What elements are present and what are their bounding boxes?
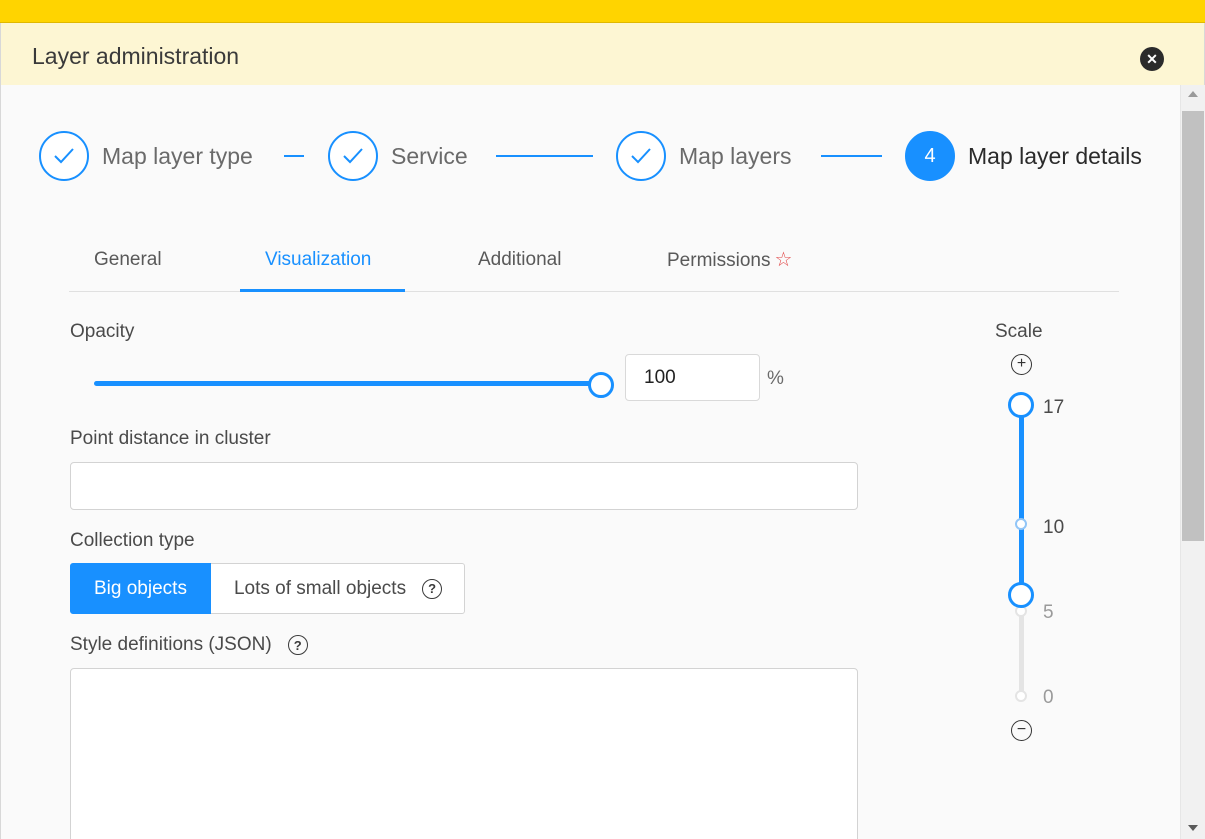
collection-type-group: Big objects Lots of small objects ? <box>70 563 466 614</box>
tab-visualization[interactable]: Visualization <box>265 233 371 291</box>
step-number: 4 <box>905 131 955 181</box>
step-map-layer-details[interactable]: 4 Map layer details <box>905 130 1142 182</box>
scale-mark-dot <box>1015 690 1027 702</box>
collection-type-label: Collection type <box>70 530 195 551</box>
dialog-title: Layer administration <box>32 43 240 69</box>
percent-unit: % <box>767 368 784 389</box>
check-icon <box>616 131 666 181</box>
tab-additional[interactable]: Additional <box>478 233 561 291</box>
vertical-scrollbar[interactable] <box>1180 85 1205 839</box>
scale-max-handle[interactable] <box>1008 392 1034 418</box>
step-connector <box>496 155 593 157</box>
small-objects-option[interactable]: Lots of small objects ? <box>210 563 466 614</box>
scale-mark-label: 17 <box>1043 397 1065 418</box>
opacity-slider-track[interactable] <box>94 381 601 386</box>
scale-mark-dot <box>1015 518 1027 530</box>
active-tab-indicator <box>240 289 405 292</box>
scroll-up-icon[interactable] <box>1188 91 1198 97</box>
scrollbar-thumb[interactable] <box>1182 111 1204 541</box>
style-definitions-text: Style definitions (JSON) <box>70 634 272 655</box>
tab-bar: General Visualization Additional Permiss… <box>69 233 1119 292</box>
help-icon[interactable]: ? <box>287 635 308 655</box>
tab-permissions[interactable]: Permissions ☆ <box>667 233 792 291</box>
close-icon[interactable]: ✕ <box>1140 47 1164 71</box>
scale-label: Scale <box>995 321 1043 342</box>
star-icon: ☆ <box>774 249 793 271</box>
step-connector <box>821 155 882 157</box>
scale-range-fill <box>1019 405 1024 595</box>
zoom-out-icon[interactable]: − <box>1011 720 1032 741</box>
scale-min-handle[interactable] <box>1008 582 1034 608</box>
scroll-down-icon[interactable] <box>1188 825 1198 831</box>
step-map-layers[interactable]: Map layers <box>616 130 791 182</box>
step-label: Map layer details <box>968 142 1142 169</box>
step-service[interactable]: Service <box>328 130 468 182</box>
step-label: Map layer type <box>102 142 253 169</box>
tab-label: Permissions <box>667 250 771 271</box>
check-icon <box>39 131 89 181</box>
scale-mark-label: 10 <box>1043 517 1065 538</box>
top-accent-bar <box>0 0 1205 23</box>
option-label: Lots of small objects <box>233 578 407 599</box>
cluster-distance-input[interactable] <box>70 462 858 510</box>
dialog-header: Layer administration <box>0 23 1205 85</box>
opacity-slider-handle[interactable] <box>588 372 614 398</box>
style-definitions-textarea[interactable] <box>70 668 858 839</box>
zoom-in-icon[interactable]: + <box>1011 354 1032 375</box>
step-label: Map layers <box>679 142 792 169</box>
step-connector <box>284 155 304 157</box>
scale-mark-label: 0 <box>1043 687 1054 708</box>
check-icon <box>328 131 378 181</box>
big-objects-option[interactable]: Big objects <box>70 563 211 614</box>
opacity-label: Opacity <box>70 321 135 342</box>
step-label: Service <box>391 142 468 169</box>
help-icon[interactable]: ? <box>422 578 443 599</box>
opacity-input[interactable] <box>625 354 760 401</box>
tab-general[interactable]: General <box>94 233 162 291</box>
step-map-layer-type[interactable]: Map layer type <box>39 130 253 182</box>
style-definitions-label: Style definitions (JSON) ? <box>70 634 308 656</box>
dialog-body: Map layer type Service Map layers 4 Map … <box>0 85 1180 839</box>
cluster-distance-label: Point distance in cluster <box>70 428 271 449</box>
scale-mark-label: 5 <box>1043 602 1054 623</box>
